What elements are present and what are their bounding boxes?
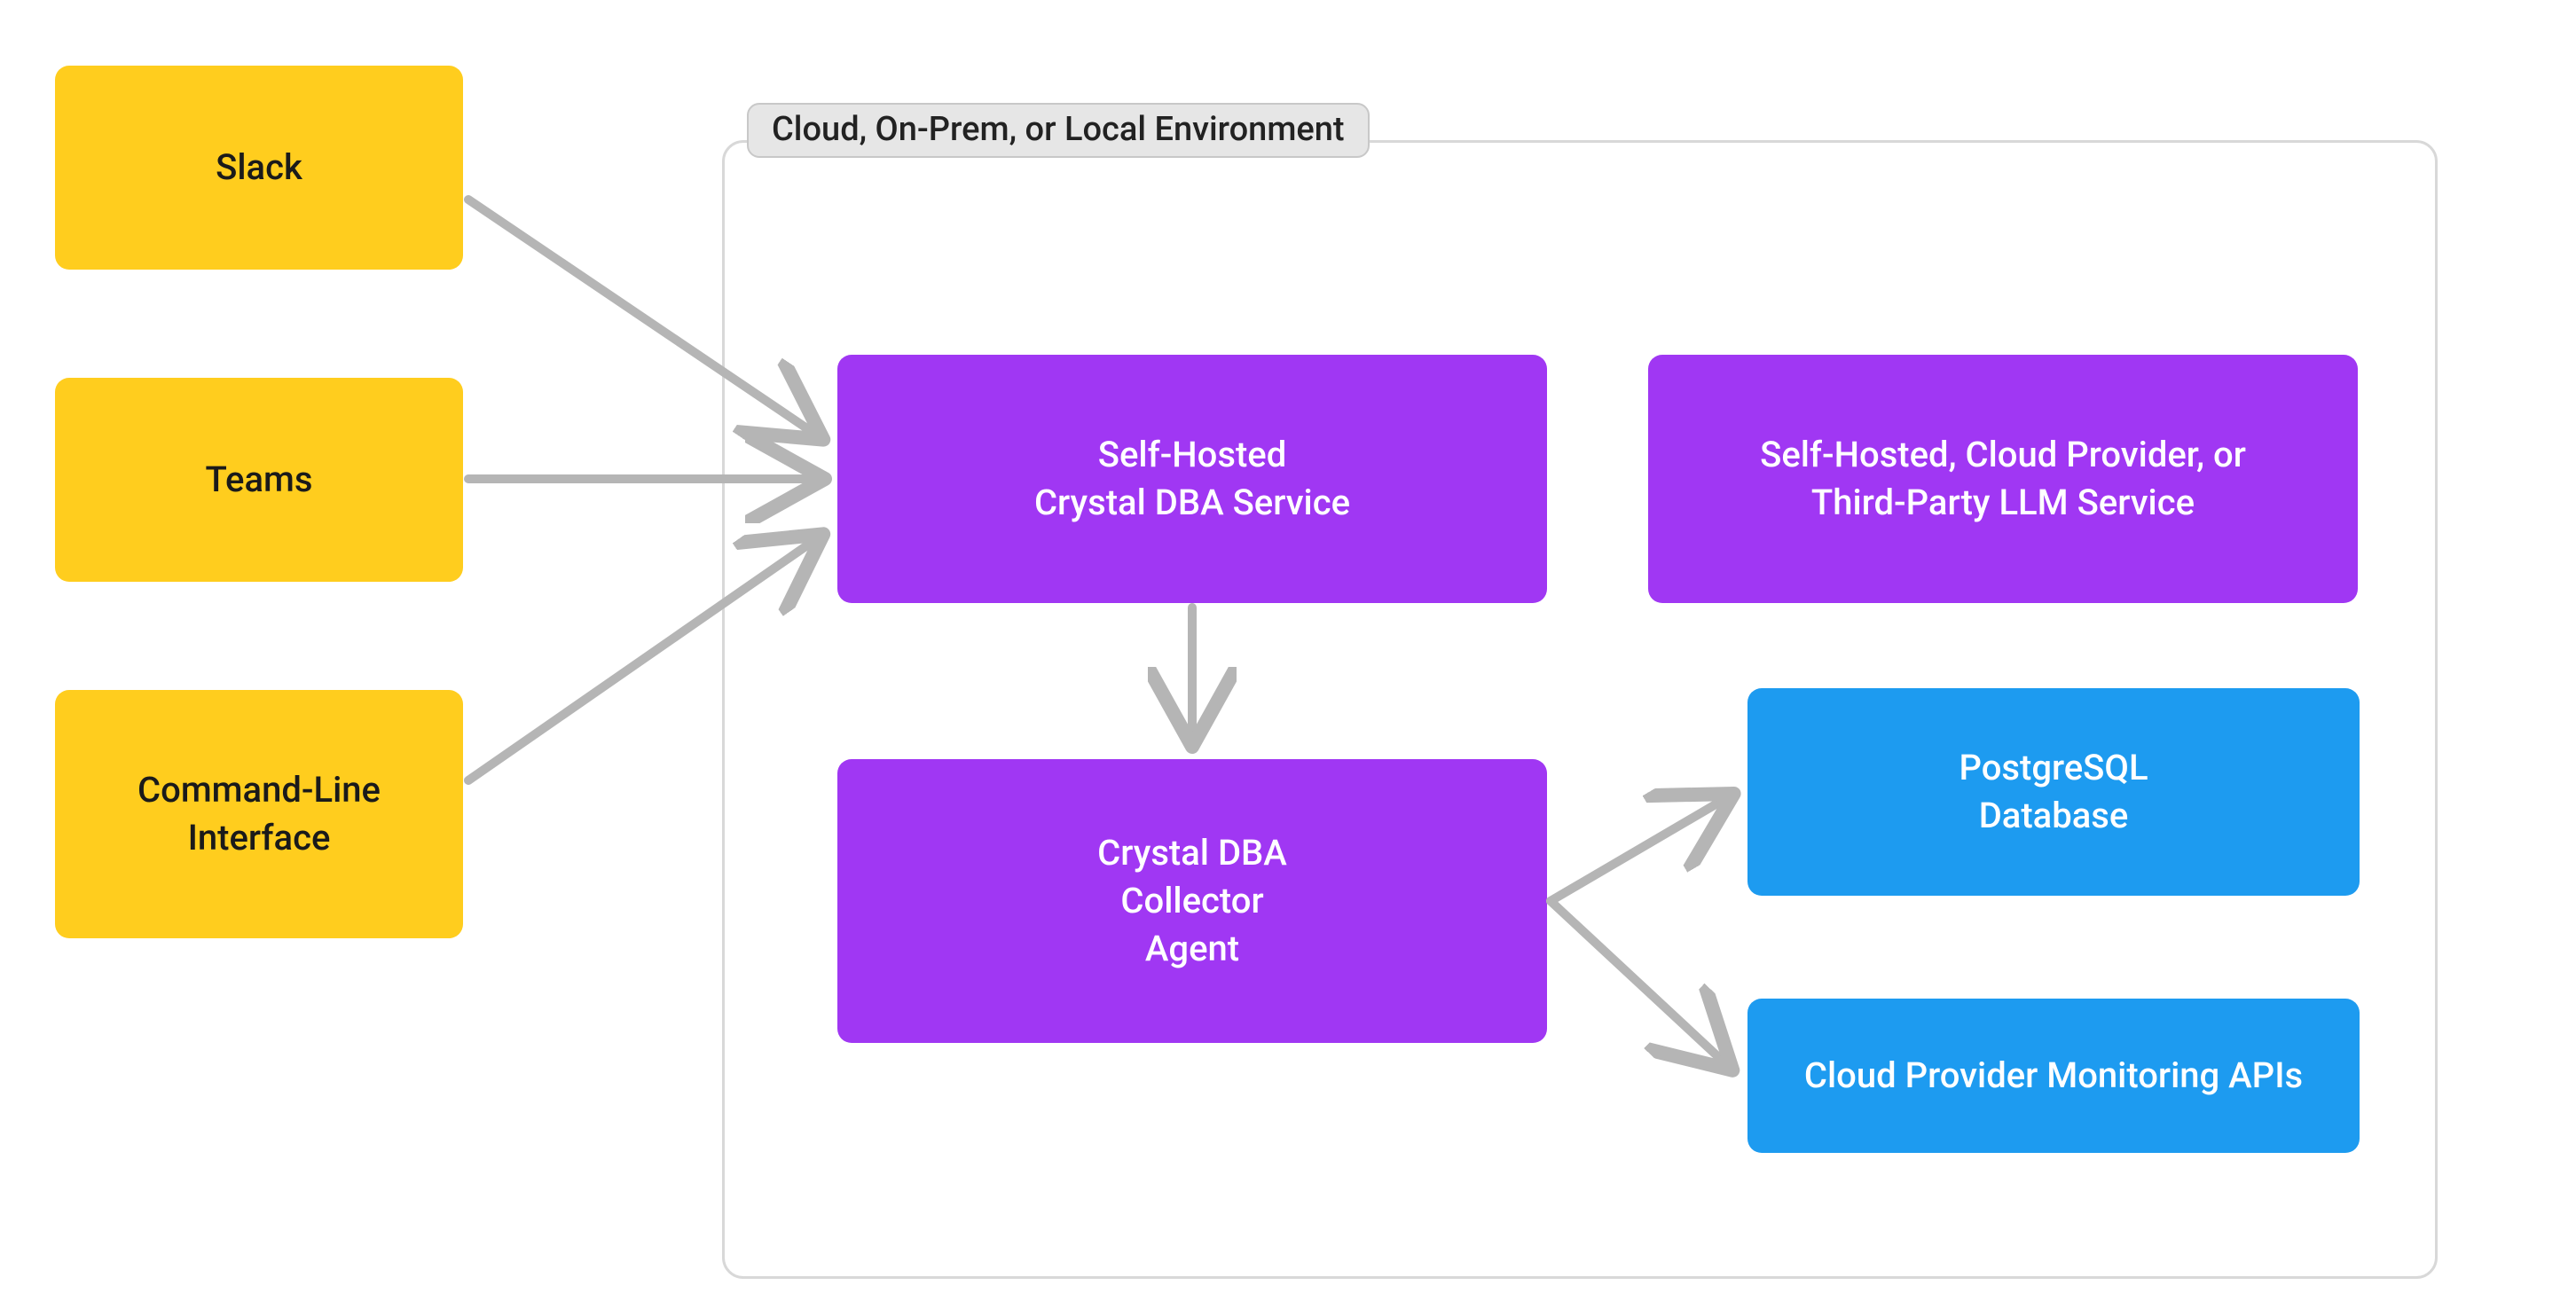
client-cli-line2: Interface [188, 817, 331, 858]
service-llm-line1: Self-Hosted, Cloud Provider, or [1760, 434, 2246, 475]
data-postgres-line2: Database [1979, 795, 2129, 836]
client-slack-label: Slack [216, 144, 302, 192]
client-cli: Command-Line Interface [55, 690, 463, 938]
data-monitoring: Cloud Provider Monitoring APIs [1747, 999, 2360, 1153]
client-teams: Teams [55, 378, 463, 582]
service-dba-line2: Crystal DBA Service [1034, 482, 1350, 523]
client-cli-label: Command-Line Interface [137, 766, 381, 862]
service-collector-line1: Crystal DBA [1097, 832, 1287, 874]
environment-label: Cloud, On-Prem, or Local Environment [747, 103, 1370, 158]
service-dba-label: Self-Hosted Crystal DBA Service [1034, 431, 1350, 527]
service-llm-label: Self-Hosted, Cloud Provider, or Third-Pa… [1760, 431, 2246, 527]
data-postgres-label: PostgreSQL Database [1959, 744, 2148, 840]
service-collector-label: Crystal DBA Collector Agent [1097, 829, 1287, 973]
service-collector-line2: Collector [1120, 880, 1263, 921]
environment-label-text: Cloud, On-Prem, or Local Environment [772, 110, 1345, 149]
client-teams-label: Teams [206, 456, 313, 504]
client-cli-line1: Command-Line [137, 769, 381, 811]
data-postgres: PostgreSQL Database [1747, 688, 2360, 896]
service-collector-line3: Agent [1145, 928, 1239, 969]
data-postgres-line1: PostgreSQL [1959, 747, 2148, 788]
service-llm: Self-Hosted, Cloud Provider, or Third-Pa… [1648, 355, 2358, 603]
service-llm-line2: Third-Party LLM Service [1811, 482, 2195, 523]
service-collector: Crystal DBA Collector Agent [837, 759, 1547, 1043]
client-slack: Slack [55, 66, 463, 270]
service-dba: Self-Hosted Crystal DBA Service [837, 355, 1547, 603]
architecture-diagram: Cloud, On-Prem, or Local Environment Sla… [0, 0, 2576, 1301]
service-dba-line1: Self-Hosted [1098, 434, 1287, 475]
data-monitoring-label: Cloud Provider Monitoring APIs [1804, 1052, 2303, 1100]
